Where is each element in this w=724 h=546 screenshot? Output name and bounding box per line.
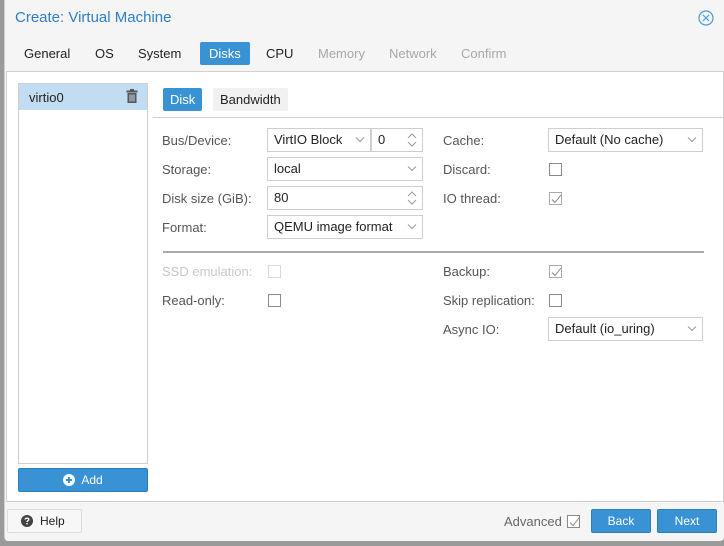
next-button[interactable]: Next bbox=[657, 509, 717, 533]
chevron-down-icon bbox=[687, 137, 697, 143]
disk-size-input[interactable]: 80 bbox=[267, 186, 423, 210]
tab-confirm[interactable]: Confirm bbox=[452, 42, 516, 65]
subtab-bandwidth[interactable]: Bandwidth bbox=[213, 88, 288, 111]
disks-panel: virtio0 Add Disk Bandwidth Bus/Device: V… bbox=[6, 71, 724, 502]
section-divider bbox=[163, 251, 704, 253]
tab-disks[interactable]: Disks bbox=[200, 42, 250, 65]
cache-value: Default (No cache) bbox=[555, 132, 664, 147]
bus-select[interactable]: VirtIO Block bbox=[267, 128, 371, 152]
subtab-disk[interactable]: Disk bbox=[163, 88, 203, 111]
chevron-down-icon bbox=[687, 326, 697, 332]
subtabs-divider bbox=[153, 117, 723, 118]
question-circle-icon bbox=[21, 515, 33, 527]
tab-os[interactable]: OS bbox=[86, 42, 123, 65]
disk-list-item[interactable]: virtio0 bbox=[19, 84, 147, 110]
device-number-spinner[interactable]: 0 bbox=[371, 128, 423, 152]
read-only-checkbox[interactable] bbox=[268, 294, 281, 307]
storage-select[interactable]: local bbox=[267, 157, 423, 181]
disk-size-value: 80 bbox=[274, 190, 289, 205]
tab-system[interactable]: System bbox=[129, 42, 190, 65]
add-disk-button[interactable]: Add bbox=[18, 468, 148, 492]
cache-label: Cache: bbox=[443, 133, 485, 148]
create-vm-dialog: Create: Virtual Machine General OS Syste… bbox=[4, 0, 724, 541]
ssd-emulation-checkbox[interactable] bbox=[268, 265, 281, 278]
help-label: Help bbox=[40, 514, 65, 528]
async-io-label: Async IO: bbox=[443, 322, 500, 337]
async-io-select[interactable]: Default (io_uring) bbox=[548, 317, 703, 341]
discard-label: Discard: bbox=[443, 162, 491, 177]
storage-value: local bbox=[274, 161, 301, 176]
tab-general[interactable]: General bbox=[15, 42, 79, 65]
back-button[interactable]: Back bbox=[591, 509, 651, 533]
ssd-emulation-label: SSD emulation: bbox=[162, 264, 253, 279]
io-thread-label: IO thread: bbox=[443, 191, 501, 206]
chevron-down-icon bbox=[407, 166, 417, 172]
read-only-label: Read-only: bbox=[162, 293, 225, 308]
spinner-arrows-icon bbox=[407, 191, 417, 205]
dialog-title: Create: Virtual Machine bbox=[15, 9, 172, 26]
disk-item-label: virtio0 bbox=[29, 90, 64, 105]
chevron-down-icon bbox=[407, 224, 417, 230]
format-label: Format: bbox=[162, 220, 207, 235]
add-label: Add bbox=[81, 473, 103, 487]
checkmark-icon bbox=[551, 194, 562, 204]
bus-device-label: Bus/Device: bbox=[162, 133, 232, 148]
skip-replication-label: Skip replication: bbox=[443, 293, 535, 308]
async-io-value: Default (io_uring) bbox=[555, 321, 655, 336]
checkmark-icon bbox=[551, 267, 562, 277]
spinner-arrows-icon bbox=[407, 133, 417, 147]
disk-list: virtio0 bbox=[18, 83, 148, 464]
bus-value: VirtIO Block bbox=[274, 132, 343, 147]
skip-replication-checkbox[interactable] bbox=[549, 294, 562, 307]
trash-icon bbox=[126, 89, 138, 103]
tab-network[interactable]: Network bbox=[380, 42, 446, 65]
advanced-label: Advanced bbox=[504, 514, 562, 529]
cache-select[interactable]: Default (No cache) bbox=[548, 128, 703, 152]
tab-memory[interactable]: Memory bbox=[309, 42, 374, 65]
help-button[interactable]: Help bbox=[7, 509, 82, 533]
format-value: QEMU image format bbox=[274, 219, 393, 234]
checkmark-icon bbox=[569, 517, 580, 527]
discard-checkbox[interactable] bbox=[549, 163, 562, 176]
tab-cpu[interactable]: CPU bbox=[257, 42, 302, 65]
storage-label: Storage: bbox=[162, 162, 212, 177]
chevron-down-icon bbox=[355, 137, 365, 143]
close-icon bbox=[698, 10, 714, 26]
plus-circle-icon bbox=[63, 474, 76, 486]
advanced-checkbox[interactable] bbox=[567, 515, 580, 528]
format-select[interactable]: QEMU image format bbox=[267, 215, 423, 239]
device-value: 0 bbox=[378, 132, 386, 147]
delete-disk-button[interactable] bbox=[126, 89, 138, 103]
close-button[interactable] bbox=[698, 10, 714, 26]
backup-checkbox[interactable] bbox=[549, 265, 562, 278]
backup-label: Backup: bbox=[443, 264, 490, 279]
disk-size-label: Disk size (GiB): bbox=[162, 191, 252, 206]
io-thread-checkbox[interactable] bbox=[549, 192, 562, 205]
